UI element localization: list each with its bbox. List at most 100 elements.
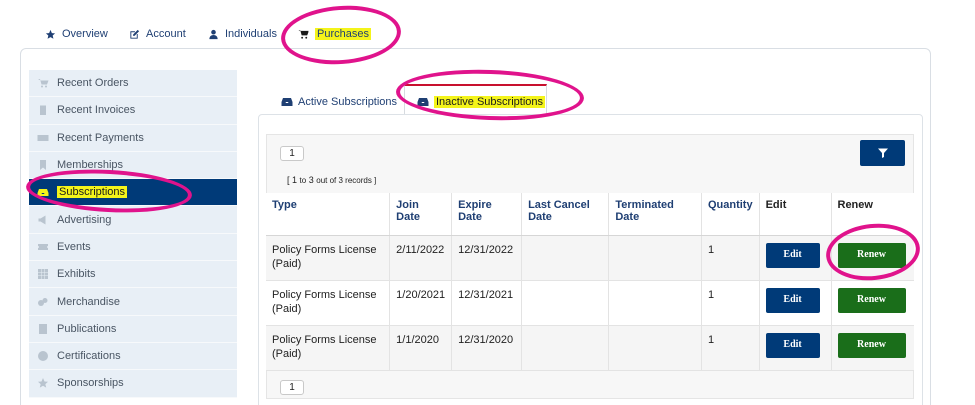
- sidebar-item-label: Merchandise: [57, 295, 120, 308]
- cart-icon: [29, 77, 57, 89]
- cell-quantity: 1: [701, 325, 760, 371]
- records-prefix: [ 1: [287, 175, 298, 185]
- renew-button[interactable]: Renew: [837, 332, 906, 358]
- cell-join-date: 2/11/2022: [389, 235, 453, 281]
- records-suffix: out of 3 records ]: [316, 176, 377, 185]
- inbox-icon: [417, 98, 429, 106]
- book-icon: [29, 323, 57, 335]
- top-tabs: Overview Account Individuals Purchases: [0, 0, 975, 50]
- sidebar-item-label: Sponsorships: [57, 377, 124, 390]
- clipboard-icon: [29, 104, 57, 116]
- table-header-row: Type Join Date Expire Date Last Cancel D…: [266, 193, 914, 236]
- sidebar-item-label: Subscriptions: [57, 186, 128, 199]
- ticket-icon: [29, 241, 57, 253]
- cell-quantity: 1: [701, 235, 760, 281]
- cell-type: Policy Forms License (Paid): [266, 325, 391, 371]
- sidebar-item-label: Memberships: [57, 159, 124, 172]
- money-icon: [29, 132, 57, 144]
- edit-button[interactable]: Edit: [765, 332, 820, 358]
- sidebar-item-subscriptions[interactable]: Subscriptions: [29, 179, 237, 207]
- page-button-bottom[interactable]: 1: [280, 380, 304, 395]
- page-button-top[interactable]: 1: [280, 146, 304, 161]
- star-icon: [29, 377, 57, 389]
- tab-label: Inactive Subscriptions: [434, 96, 545, 108]
- cell-type: Policy Forms License (Paid): [266, 280, 391, 326]
- renew-button[interactable]: Renew: [837, 242, 906, 268]
- sidebar-item-recent-orders[interactable]: Recent Orders: [29, 70, 237, 98]
- tab-label: Account: [146, 28, 186, 40]
- cell-terminated-date: [608, 325, 702, 371]
- star-icon: [45, 29, 56, 39]
- sidebar-item-label: Events: [57, 240, 91, 253]
- sidebar-item-exhibits[interactable]: Exhibits: [29, 261, 237, 289]
- sidebar-item-sponsorships[interactable]: Sponsorships: [29, 370, 237, 398]
- sidebar-item-label: Exhibits: [57, 268, 96, 281]
- cart-icon: [298, 29, 309, 39]
- header-type[interactable]: Type: [266, 193, 391, 236]
- bullhorn-icon: [29, 214, 57, 226]
- sidebar-item-recent-payments[interactable]: Recent Payments: [29, 124, 237, 152]
- cell-terminated-date: [608, 280, 702, 326]
- header-terminated-date[interactable]: Terminated Date: [608, 193, 702, 236]
- header-last-cancel-date[interactable]: Last Cancel Date: [521, 193, 610, 236]
- table-row: Policy Forms License (Paid) 1/1/2020 12/…: [266, 325, 914, 371]
- cell-expire-date: 12/31/2020: [451, 325, 523, 371]
- cell-last-cancel-date: [521, 280, 610, 326]
- sidebar-item-merchandise[interactable]: Merchandise: [29, 288, 237, 316]
- sidebar-item-publications[interactable]: Publications: [29, 315, 237, 343]
- cell-quantity: 1: [701, 280, 760, 326]
- sidebar-item-memberships[interactable]: Memberships: [29, 151, 237, 180]
- tab-label: Purchases: [315, 28, 371, 40]
- renew-button[interactable]: Renew: [837, 287, 906, 313]
- tab-overview[interactable]: Overview: [45, 26, 108, 42]
- header-edit: Edit: [759, 193, 832, 236]
- tab-label: Individuals: [225, 28, 277, 40]
- tab-label: Overview: [62, 28, 108, 40]
- sidebar-item-label: Advertising: [57, 213, 112, 226]
- sidebar-item-certifications[interactable]: Certifications: [29, 342, 237, 371]
- records-summary: [ 1 to 3 out of 3 records ]: [287, 175, 376, 185]
- tab-account[interactable]: Account: [129, 26, 186, 42]
- header-join-date[interactable]: Join Date: [389, 193, 453, 236]
- cell-terminated-date: [608, 235, 702, 281]
- cell-renew: Renew: [831, 325, 914, 371]
- table-row: Policy Forms License (Paid) 2/11/2022 12…: [266, 235, 914, 281]
- cell-last-cancel-date: [521, 235, 610, 281]
- sidebar-item-events[interactable]: Events: [29, 233, 237, 262]
- header-expire-date[interactable]: Expire Date: [451, 193, 523, 236]
- header-quantity[interactable]: Quantity: [701, 193, 760, 236]
- filter-icon: [877, 148, 888, 158]
- edit-icon: [130, 29, 140, 39]
- cell-renew: Renew: [831, 235, 914, 281]
- tab-active-subscriptions[interactable]: Active Subscriptions: [281, 94, 397, 110]
- user-icon: [209, 29, 218, 39]
- sidebar-item-label: Recent Orders: [57, 77, 129, 90]
- certificate-icon: [29, 350, 57, 362]
- cell-edit: Edit: [759, 280, 832, 326]
- records-mid: to: [299, 176, 307, 185]
- cell-join-date: 1/1/2020: [389, 325, 453, 371]
- tab-inactive-subscriptions[interactable]: Inactive Subscriptions: [417, 94, 545, 110]
- filter-button[interactable]: [860, 140, 905, 166]
- table-row: Policy Forms License (Paid) 1/20/2021 12…: [266, 280, 914, 326]
- sidebar-item-label: Publications: [57, 322, 117, 335]
- cell-join-date: 1/20/2021: [389, 280, 453, 326]
- edit-button[interactable]: Edit: [765, 242, 820, 268]
- sidebar: Recent Orders Recent Invoices Recent Pay…: [29, 70, 237, 405]
- grid-icon: [29, 268, 57, 280]
- sidebar-item-recent-invoices[interactable]: Recent Invoices: [29, 97, 237, 125]
- tab-individuals[interactable]: Individuals: [208, 26, 277, 42]
- cell-last-cancel-date: [521, 325, 610, 371]
- cell-type: Policy Forms License (Paid): [266, 235, 391, 281]
- cell-expire-date: 12/31/2022: [451, 235, 523, 281]
- edit-button[interactable]: Edit: [765, 287, 820, 313]
- sidebar-item-label: Recent Payments: [57, 131, 144, 144]
- sidebar-item-advertising[interactable]: Advertising: [29, 206, 237, 234]
- header-renew: Renew: [831, 193, 914, 236]
- tab-purchases[interactable]: Purchases: [298, 26, 371, 42]
- sidebar-item-label: Recent Invoices: [57, 104, 136, 117]
- cell-expire-date: 12/31/2021: [451, 280, 523, 326]
- cell-edit: Edit: [759, 325, 832, 371]
- bookmark-icon: [29, 159, 57, 171]
- cell-edit: Edit: [759, 235, 832, 281]
